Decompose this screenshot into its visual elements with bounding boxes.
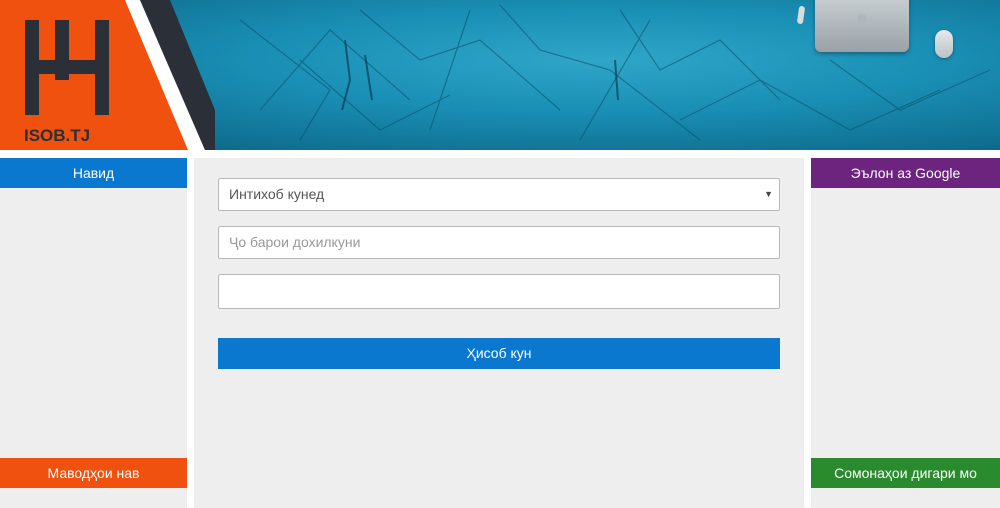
site-logo[interactable]: ISOB.TJ [0,0,215,150]
calculate-button[interactable]: Ҳисоб кун [218,338,780,369]
laptop-logo-icon [857,14,867,24]
main-content: Интихоб кунед ▼ Ҷо барои дохилкуни Ҳисоб… [194,158,804,508]
left-sidebar: Навид Маводҳои нав [0,158,187,508]
sidebar-title-new-materials[interactable]: Маводҳои нав [0,458,187,488]
mouse-decoration [935,30,953,58]
dropdown-arrow-icon: ▼ [764,189,773,199]
category-select[interactable]: Интихоб кунед ▼ [218,178,780,211]
input-placeholder: Ҷо барои дохилкуни [229,234,361,250]
logo-text: ISOB.TJ [24,126,90,145]
header-banner: ISOB.TJ [0,0,1000,150]
input-field-1[interactable]: Ҷо барои дохилкуни [218,226,780,259]
laptop-decoration [815,0,909,52]
sidebar-title-google-ads[interactable]: Эълон аз Google [811,158,1000,188]
select-value: Интихоб кунед [229,186,325,202]
sidebar-title-other-sites[interactable]: Сомонаҳои дигари мо [811,458,1000,488]
sidebar-title-navid[interactable]: Навид [0,158,187,188]
input-field-2[interactable] [218,274,780,309]
right-sidebar: Эълон аз Google Сомонаҳои дигари мо [811,158,1000,508]
